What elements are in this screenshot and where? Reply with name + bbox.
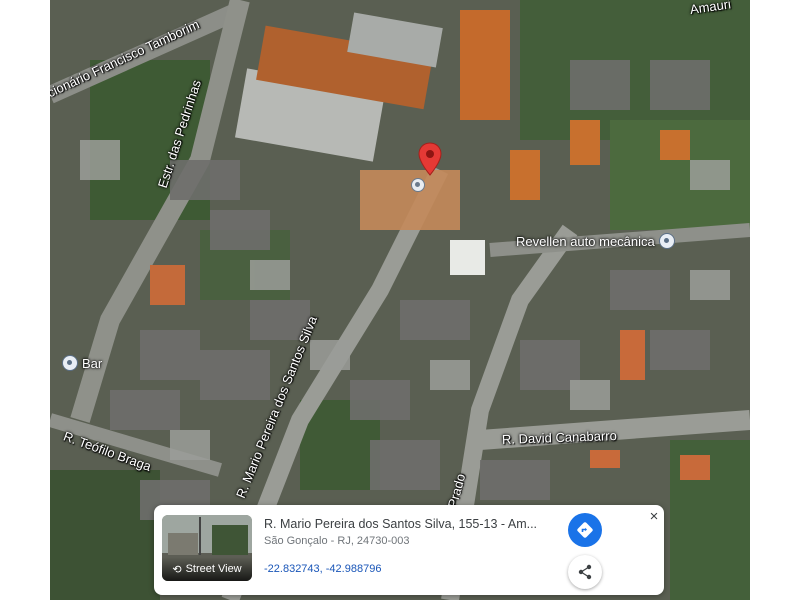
share-button[interactable] (568, 555, 602, 589)
dropped-pin-icon[interactable] (411, 178, 425, 192)
street-view-thumbnail[interactable]: ⟲ Street View (162, 515, 252, 581)
street-view-label-row: ⟲ Street View (162, 557, 252, 581)
place-city: São Gonçalo - RJ, 24730-003 (264, 535, 410, 547)
street-view-arrow-icon: ⟲ (172, 563, 182, 576)
directions-button[interactable] (568, 513, 602, 547)
location-icon (62, 355, 78, 371)
poi-bar[interactable]: Bar (62, 355, 102, 371)
place-address: R. Mario Pereira dos Santos Silva, 155-1… (264, 517, 538, 531)
poi-bar-label: Bar (82, 355, 103, 371)
location-icon (658, 233, 675, 249)
place-info-card: ⟲ Street View R. Mario Pereira dos Santo… (154, 505, 664, 595)
directions-icon (577, 522, 593, 538)
close-button[interactable]: × (646, 509, 662, 525)
poi-revellen[interactable]: Revellen auto mecânica (516, 233, 675, 249)
place-coordinates[interactable]: -22.832743, -42.988796 (264, 563, 381, 575)
street-view-label: Street View (185, 563, 242, 575)
poi-revellen-label: Revellen auto mecânica (516, 233, 655, 249)
share-icon (578, 564, 592, 580)
red-location-pin-icon[interactable] (418, 142, 442, 181)
